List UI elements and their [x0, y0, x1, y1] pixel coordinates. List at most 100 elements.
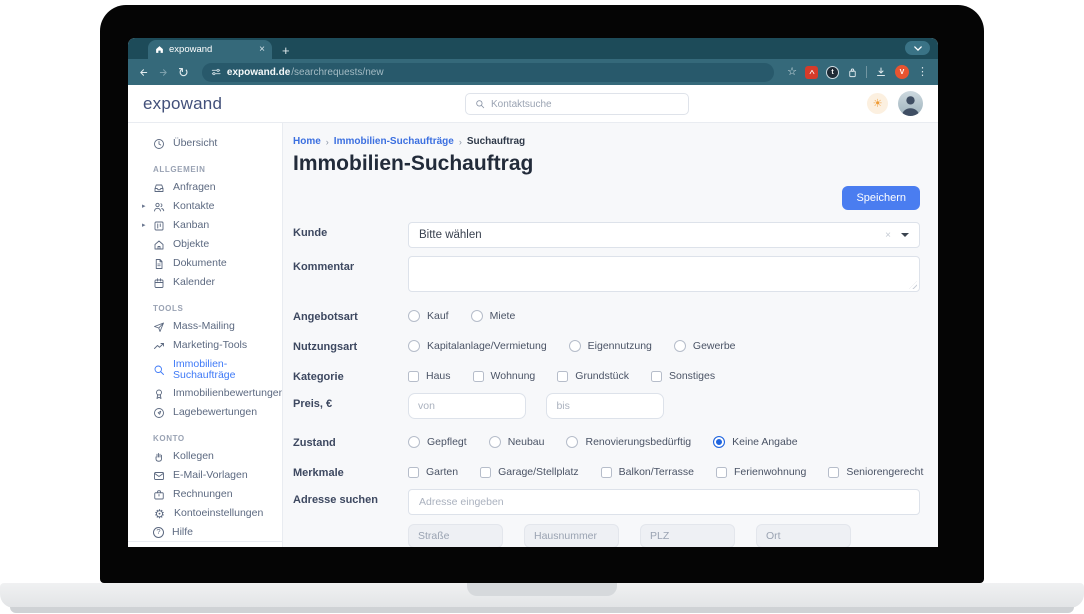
checkbox-garage-stellplatz[interactable]: Garage/Stellplatz — [480, 466, 579, 478]
select-caret-icon — [901, 233, 909, 237]
award-icon — [156, 389, 162, 399]
sidebar-item-uebersicht[interactable]: Übersicht — [128, 134, 282, 153]
extension-badge-icon[interactable]: t — [826, 65, 839, 79]
download-icon[interactable] — [875, 66, 887, 78]
back-button[interactable] — [138, 67, 149, 78]
sidebar-item-kanban[interactable]: ▸ Kanban — [128, 216, 282, 235]
sidebar-section-konto: KONTO — [153, 434, 185, 443]
search-placeholder: Kontaktsuche — [491, 98, 552, 110]
checkbox-icon — [600, 466, 612, 478]
preis-von-input[interactable] — [408, 393, 526, 419]
clock-icon — [154, 138, 164, 149]
sidebar-item-immobilienbewertungen[interactable]: Immobilienbewertungen — [128, 384, 282, 403]
users-icon — [154, 202, 165, 211]
home-favicon-icon — [156, 46, 163, 53]
sidebar-item-objekte[interactable]: Objekte — [128, 235, 282, 254]
kommentar-textarea[interactable] — [408, 256, 920, 292]
window-chevron-button[interactable] — [905, 41, 930, 55]
sidebar-minimize-button[interactable]: ⇤ Menü minimieren — [128, 541, 282, 547]
radio-eigennutzung[interactable]: Eigennutzung — [568, 340, 652, 352]
checkbox-balkon-terrasse[interactable]: Balkon/Terrasse — [600, 466, 694, 478]
sidebar-item-lagebewertungen[interactable]: Lagebewertungen — [128, 403, 282, 422]
radio-kapitalanlage[interactable]: Kapitalanlage/Vermietung — [408, 340, 547, 352]
search-icon — [154, 365, 164, 375]
browser-menu-dots-icon[interactable]: ⋮ — [917, 66, 928, 78]
angebotsart-label: Angebotsart — [293, 311, 358, 323]
kunde-label: Kunde — [293, 227, 328, 239]
pdf-extension-icon[interactable] — [805, 65, 818, 79]
user-avatar[interactable] — [898, 91, 923, 116]
app-logo[interactable]: expowand — [143, 94, 222, 114]
sidebar-item-hilfe[interactable]: ? Hilfe — [128, 523, 282, 541]
checkbox-garten[interactable]: Garten — [408, 466, 458, 478]
sidebar-item-dokumente[interactable]: Dokumente — [128, 254, 282, 273]
plz-input-disabled: PLZ — [640, 524, 735, 547]
browser-tab-bar: expowand × + — [128, 38, 938, 59]
sidebar-item-marketing-tools[interactable]: Marketing-Tools — [128, 336, 282, 355]
reload-button[interactable]: ↻ — [178, 66, 189, 79]
browser-profile-avatar[interactable]: V — [895, 65, 909, 79]
sidebar-item-mass-mailing[interactable]: Mass-Mailing — [128, 317, 282, 336]
bookmark-star-icon[interactable]: ☆ — [787, 66, 797, 78]
sidebar-item-rechnungen[interactable]: Rechnungen — [128, 485, 282, 504]
hausnummer-input-disabled: Hausnummer — [524, 524, 619, 547]
adresse-input[interactable] — [408, 489, 920, 515]
checkbox-ferienwohnung[interactable]: Ferienwohnung — [715, 466, 806, 478]
field-row-angebotsart: Angebotsart Kauf Miete — [293, 306, 920, 323]
sidebar-item-immobilien-suchauftraege[interactable]: Immobilien-Suchaufträge — [128, 355, 282, 384]
checkbox-grundstueck[interactable]: Grundstück — [557, 370, 629, 382]
field-row-kunde: Kunde Bitte wählen × — [293, 222, 920, 248]
radio-gepflegt[interactable]: Gepflegt — [408, 436, 467, 448]
checkbox-wohnung[interactable]: Wohnung — [472, 370, 535, 382]
laptop-mockup: expowand × + ↻ expowand.de/searchrequest… — [0, 0, 1084, 614]
radio-renovierungsbeduerftig[interactable]: Renovierungsbedürftig — [566, 436, 691, 448]
sidebar-item-email-vorlagen[interactable]: E-Mail-Vorlagen — [128, 466, 282, 485]
radio-gewerbe[interactable]: Gewerbe — [673, 340, 736, 352]
main-content: Home › Immobilien-Suchaufträge › Suchauf… — [283, 123, 938, 547]
url-bar[interactable]: expowand.de/searchrequests/new — [201, 62, 775, 82]
merkmale-label: Merkmale — [293, 467, 344, 479]
sidebar-item-kollegen[interactable]: Kollegen — [128, 447, 282, 466]
checkbox-icon — [472, 370, 484, 382]
zustand-label: Zustand — [293, 437, 336, 449]
tab-close-icon[interactable]: × — [259, 44, 265, 55]
sidebar-item-kontakte[interactable]: ▸ Kontakte — [128, 197, 282, 216]
breadcrumb-suchauftraege-link[interactable]: Immobilien-Suchaufträge — [334, 136, 454, 147]
radio-miete[interactable]: Miete — [470, 310, 515, 322]
checkbox-haus[interactable]: Haus — [408, 370, 451, 382]
checkbox-icon — [715, 466, 727, 478]
extensions-puzzle-icon[interactable] — [847, 67, 858, 78]
select-clear-icon[interactable]: × — [885, 230, 891, 241]
kunde-select[interactable]: Bitte wählen × — [408, 222, 920, 248]
preis-bis-input[interactable] — [546, 393, 665, 419]
browser-window: expowand × + ↻ expowand.de/searchrequest… — [128, 38, 938, 547]
radio-icon — [408, 310, 420, 322]
breadcrumb-current: Suchauftrag — [466, 136, 526, 147]
url-path: /searchrequests/new — [291, 66, 384, 78]
app-header: expowand Kontaktsuche ☀ — [128, 85, 938, 123]
theme-toggle-button[interactable]: ☀ — [867, 93, 888, 114]
nutzungsart-label: Nutzungsart — [293, 341, 358, 353]
laptop-base — [0, 583, 1084, 613]
radio-neubau[interactable]: Neubau — [488, 436, 544, 448]
field-row-kategorie: Kategorie Haus Wohnung Grundstück Sonsti… — [293, 366, 920, 383]
breadcrumb-separator: › — [325, 136, 329, 147]
sidebar-item-anfragen[interactable]: Anfragen — [128, 178, 282, 197]
new-tab-button[interactable]: + — [282, 44, 290, 57]
browser-tab[interactable]: expowand × — [148, 40, 272, 59]
field-row-zustand: Zustand Gepflegt Neubau Renovierungsbedü… — [293, 432, 920, 449]
contact-search-input[interactable]: Kontaktsuche — [465, 93, 689, 115]
checkbox-sonstiges[interactable]: Sonstiges — [650, 370, 715, 382]
sidebar-item-kontoeinstellungen[interactable]: ⚙ Kontoeinstellungen — [128, 504, 282, 523]
radio-kauf[interactable]: Kauf — [408, 310, 449, 322]
forward-button[interactable] — [158, 67, 169, 78]
site-info-icon[interactable] — [211, 67, 221, 77]
save-button[interactable]: Speichern — [842, 186, 920, 210]
breadcrumb: Home › Immobilien-Suchaufträge › Suchauf… — [293, 136, 920, 147]
checkbox-icon — [650, 370, 662, 382]
checkbox-seniorengerecht[interactable]: Seniorengerecht — [828, 466, 923, 478]
radio-keine-angabe[interactable]: Keine Angabe — [713, 436, 798, 448]
tab-title: expowand — [169, 44, 213, 55]
breadcrumb-home-link[interactable]: Home — [293, 136, 321, 147]
sidebar-item-kalender[interactable]: Kalender — [128, 273, 282, 292]
